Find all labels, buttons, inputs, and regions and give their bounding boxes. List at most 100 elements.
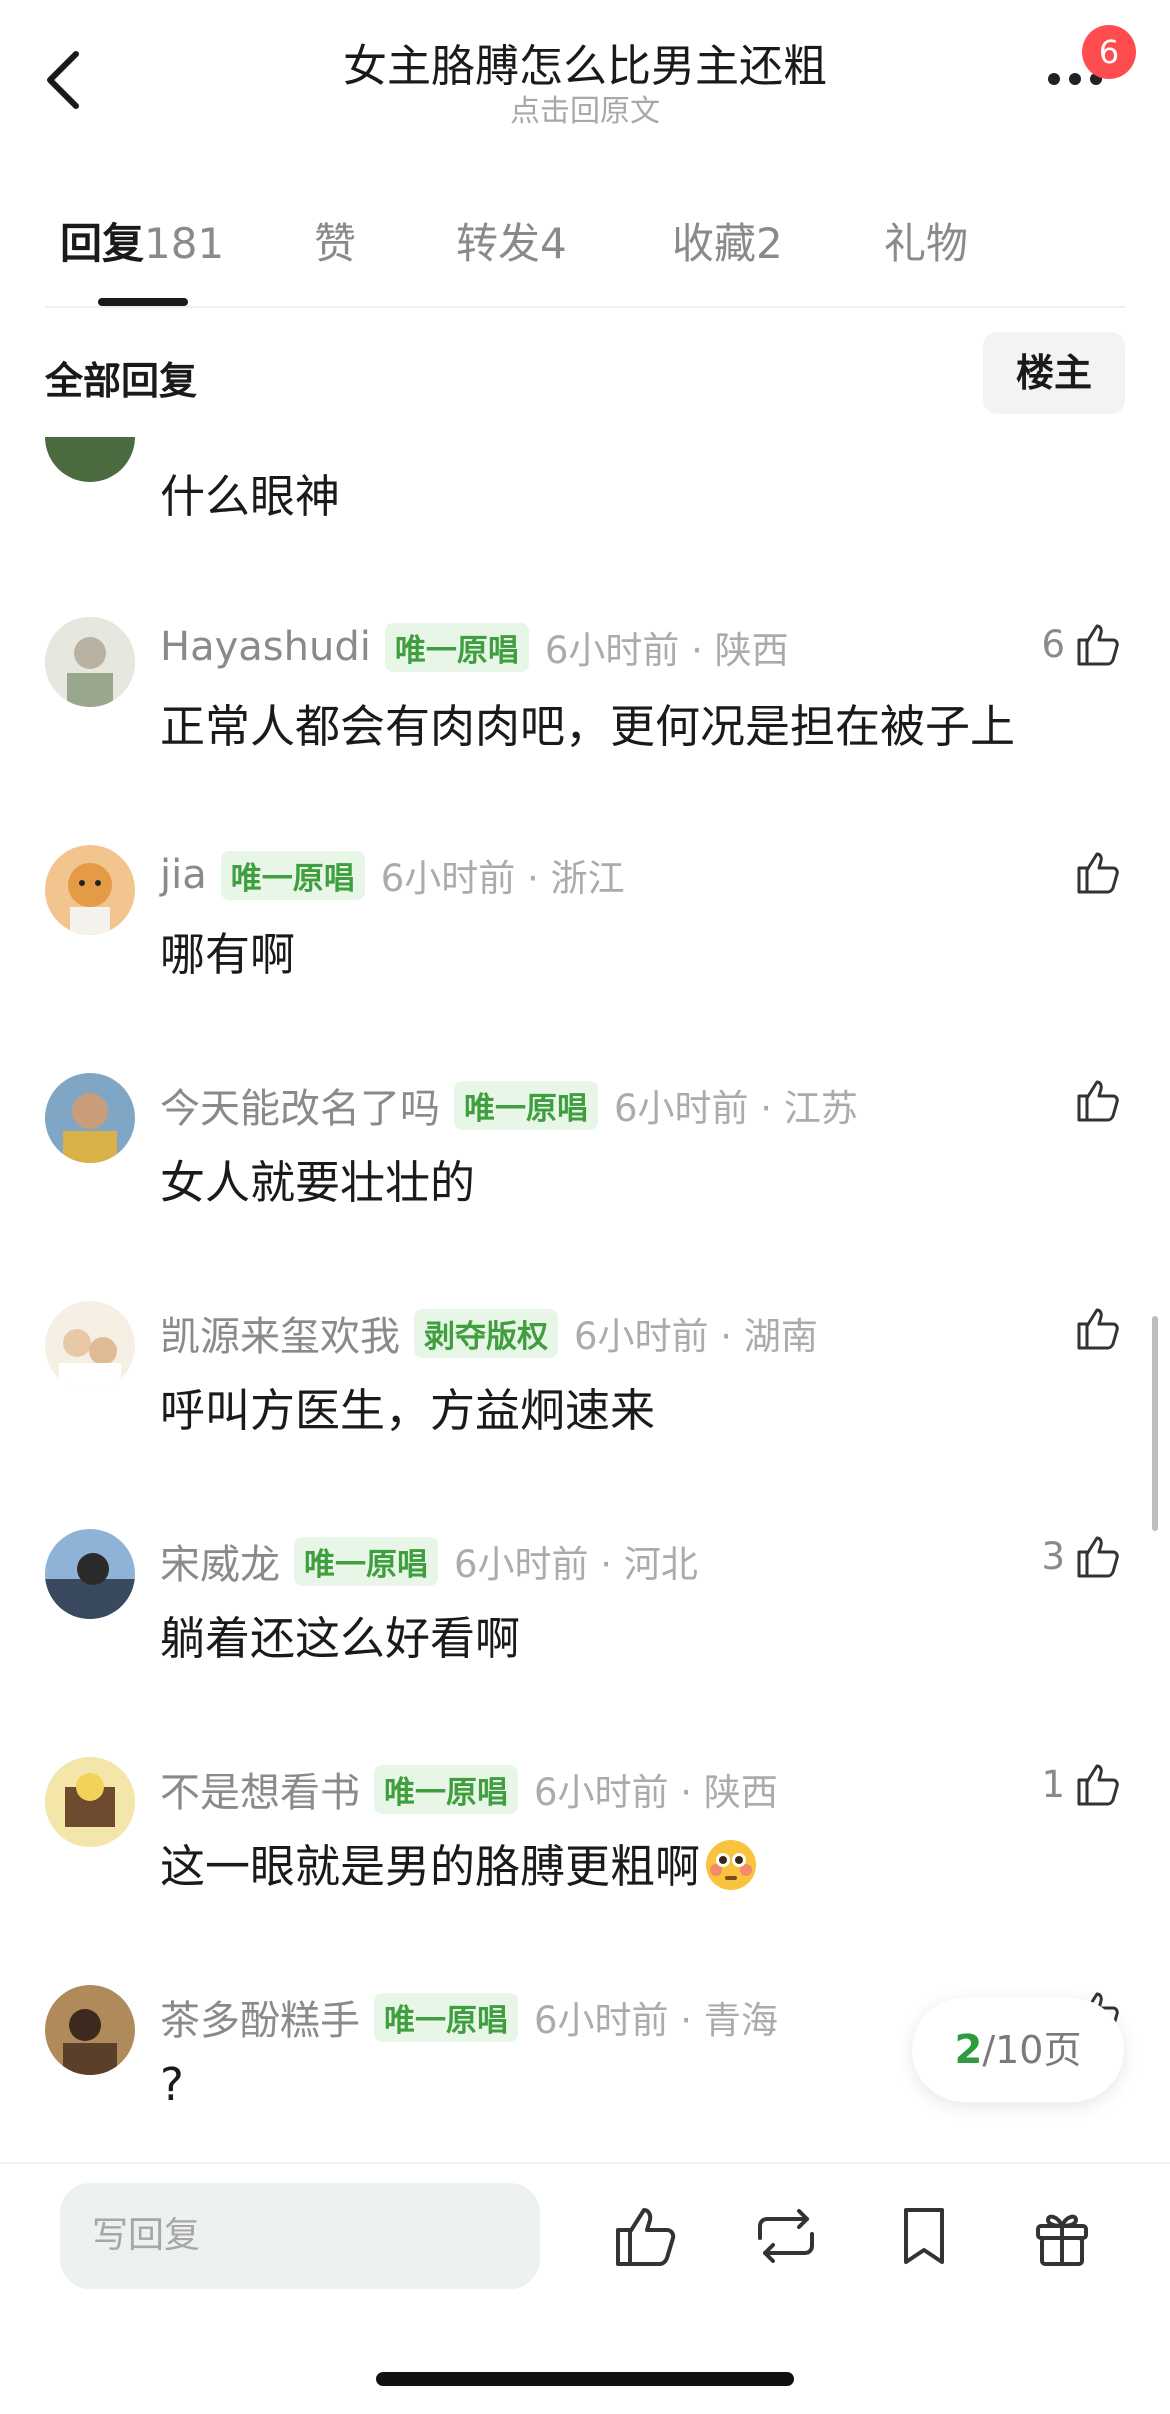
total-pages: /10	[982, 2028, 1044, 2072]
comment-meta: 凯源来玺欢我 剥夺版权 6小时前 · 湖南	[160, 1304, 818, 1362]
tab-label: 转发	[456, 219, 541, 268]
comment-text: 什么眼神	[160, 470, 341, 523]
timestamp: 6小时前 · 江苏	[614, 1087, 858, 1130]
avatar[interactable]	[45, 437, 135, 482]
comment-item[interactable]: 宋威龙 唯一原唱 6小时前 · 河北 躺着还这么好看啊 3	[0, 1522, 1170, 1722]
comment-item[interactable]: 不是想看书 唯一原唱 6小时前 · 陕西 这一眼就是男的胳膊更粗啊 1	[0, 1750, 1170, 1950]
tab-label: 回复	[60, 219, 145, 268]
username[interactable]: jia	[160, 852, 207, 898]
username[interactable]: Hayashudi	[160, 624, 371, 670]
comment-item[interactable]: jia 唯一原唱 6小时前 · 浙江 哪有啊	[0, 838, 1170, 1038]
like-button[interactable]: 6	[1041, 618, 1125, 670]
like-count: 3	[1041, 1534, 1065, 1578]
username[interactable]: 不是想看书	[160, 1760, 360, 1818]
avatar[interactable]	[45, 1757, 135, 1847]
timestamp: 6小时前 · 陕西	[534, 1771, 778, 1814]
user-tag: 唯一原唱	[220, 850, 365, 900]
thumbs-up-icon	[1077, 1308, 1119, 1350]
more-dot	[1069, 73, 1081, 85]
repost-icon	[758, 2209, 814, 2263]
comment-meta: 不是想看书 唯一原唱 6小时前 · 陕西	[160, 1760, 778, 1818]
bookmark-button[interactable]	[888, 2200, 960, 2272]
like-button[interactable]: 3	[1041, 1530, 1125, 1582]
op-only-button[interactable]: 楼主	[983, 332, 1125, 414]
avatar-image	[45, 1985, 135, 2075]
user-tag: 唯一原唱	[384, 622, 529, 672]
comment-text: 躺着还这么好看啊	[160, 1612, 521, 1665]
notification-badge: 6	[1082, 25, 1136, 79]
avatar-image	[45, 845, 135, 935]
repost-button[interactable]	[750, 2200, 822, 2272]
avatar[interactable]	[45, 617, 135, 707]
comment-item[interactable]: Hayashudi 唯一原唱 6小时前 · 陕西 正常人都会有肉肉吧，更何况是担…	[0, 610, 1170, 810]
avatar-image	[45, 1301, 135, 1391]
like-button[interactable]	[1065, 846, 1125, 898]
like-post-button[interactable]	[610, 2200, 682, 2272]
like-button[interactable]	[1065, 1302, 1125, 1354]
more-dots-icon	[1048, 73, 1060, 85]
filter-label[interactable]: 全部回复	[45, 350, 197, 405]
divider	[0, 2162, 1170, 2164]
username[interactable]: 宋威龙	[160, 1532, 280, 1590]
comment-meta: Hayashudi 唯一原唱 6小时前 · 陕西	[160, 620, 789, 674]
current-page: 2	[954, 2027, 983, 2073]
tab-label: 赞	[314, 219, 357, 268]
comment-meta: 宋威龙 唯一原唱 6小时前 · 河北	[160, 1532, 698, 1590]
thumbs-up-icon	[1077, 852, 1119, 894]
reply-input[interactable]: 写回复	[60, 2183, 540, 2289]
username[interactable]: 茶多酚糕手	[160, 1988, 360, 2046]
avatar-image	[45, 1073, 135, 1163]
tab-replies[interactable]: 回复181	[60, 210, 224, 271]
avatar[interactable]	[45, 1985, 135, 2075]
tab-label: 收藏	[672, 219, 757, 268]
timestamp: 6小时前 · 青海	[534, 1999, 778, 2042]
bookmark-icon	[904, 2208, 944, 2264]
comment-item[interactable]: 凯源来玺欢我 剥夺版权 6小时前 · 湖南 呼叫方医生，方益炯速来	[0, 1294, 1170, 1494]
page-indicator[interactable]: 2/10页	[912, 1998, 1124, 2102]
top-bar: 女主胳膊怎么比男主还粗 点击回原文 6	[0, 0, 1170, 150]
tab-reposts[interactable]: 转发4	[456, 210, 567, 271]
avatar-image	[45, 617, 135, 707]
timestamp: 6小时前 · 河北	[454, 1543, 698, 1586]
flushed-face-emoji-icon	[706, 1840, 757, 1890]
divider	[45, 306, 1125, 308]
username[interactable]: 凯源来玺欢我	[160, 1304, 400, 1362]
gift-icon	[1036, 2214, 1088, 2266]
tab-count: 181	[144, 219, 225, 268]
avatar[interactable]	[45, 1529, 135, 1619]
page-title[interactable]: 女主胳膊怎么比男主还粗	[0, 30, 1170, 94]
comment-text: 这一眼就是男的胳膊更粗啊	[160, 1830, 758, 1895]
like-count: 1	[1041, 1762, 1065, 1806]
tab-favorites[interactable]: 收藏2	[672, 210, 783, 271]
user-tag: 唯一原唱	[374, 1992, 518, 2042]
tab-likes[interactable]: 赞	[314, 210, 356, 271]
user-tag: 唯一原唱	[374, 1764, 518, 1814]
comment-text: 哪有啊	[160, 928, 296, 981]
thumbs-up-icon	[1077, 1536, 1119, 1578]
scrollbar[interactable]	[1152, 1316, 1158, 1531]
like-button[interactable]	[1065, 1074, 1125, 1126]
tab-count: 2	[756, 219, 783, 268]
comment-text-content: 这一眼就是男的胳膊更粗啊	[160, 1840, 701, 1893]
avatar-image	[45, 1757, 135, 1847]
user-tag: 唯一原唱	[294, 1536, 438, 1586]
gift-button[interactable]	[1026, 2200, 1098, 2272]
home-indicator	[376, 2372, 794, 2386]
thumbs-up-icon	[1077, 1764, 1119, 1806]
avatar[interactable]	[45, 1073, 135, 1163]
avatar[interactable]	[45, 845, 135, 935]
back-to-original-link[interactable]: 点击回原文	[0, 86, 1170, 130]
user-tag: 剥夺版权	[414, 1308, 558, 1358]
like-icon	[616, 2208, 676, 2266]
tab-bar: 回复181 赞 转发4 收藏2 礼物	[0, 210, 1170, 310]
tab-gifts[interactable]: 礼物	[884, 210, 968, 271]
comment-meta: 茶多酚糕手 唯一原唱 6小时前 · 青海	[160, 1988, 778, 2046]
active-tab-indicator	[98, 298, 188, 306]
comment-meta: jia 唯一原唱 6小时前 · 浙江	[160, 848, 625, 902]
timestamp: 6小时前 · 湖南	[574, 1315, 818, 1358]
avatar[interactable]	[45, 1301, 135, 1391]
like-button[interactable]: 1	[1041, 1758, 1125, 1810]
comment-item[interactable]: 今天能改名了吗 唯一原唱 6小时前 · 江苏 女人就要壮壮的	[0, 1066, 1170, 1266]
username[interactable]: 今天能改名了吗	[160, 1076, 440, 1134]
tab-label: 礼物	[884, 219, 969, 268]
